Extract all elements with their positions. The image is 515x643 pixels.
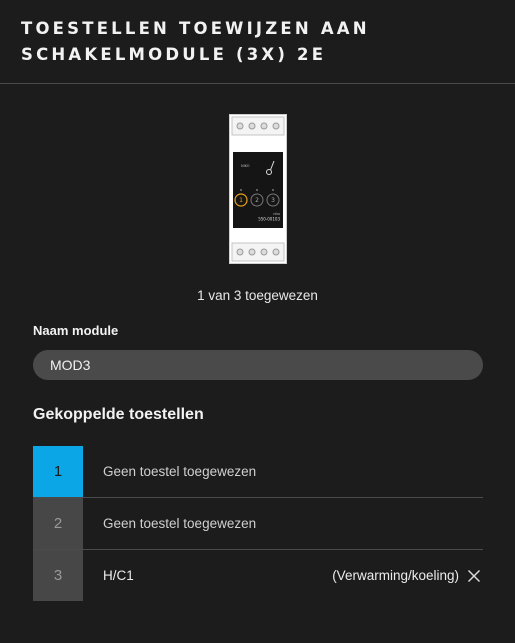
device-row-2[interactable]: 2 Geen toestel toegewezen <box>33 498 483 550</box>
close-icon[interactable] <box>465 567 483 585</box>
device-row-name: H/C1 <box>103 568 134 583</box>
channel-1-led: 1 <box>234 193 248 207</box>
device-row-number: 1 <box>33 446 83 497</box>
module-sub-brand-text: niko <box>273 212 280 216</box>
device-row-1[interactable]: 1 Geen toestel toegewezen <box>33 446 483 498</box>
header-divider <box>0 83 515 84</box>
device-row-number: 3 <box>33 550 83 601</box>
device-row-type: (Verwarming/koeling) <box>332 568 459 583</box>
module-model-text: 550-00103 <box>258 217 280 222</box>
page-title: TOESTELLEN TOEWIJZEN AAN SCHAKELMODULE (… <box>21 19 370 64</box>
channel-3-led: 3 <box>266 193 280 207</box>
device-row-name: Geen toestel toegewezen <box>103 516 257 531</box>
device-row-name: Geen toestel toegewezen <box>103 464 257 479</box>
module-name-label: Naam module <box>33 323 119 338</box>
device-row-3[interactable]: 3 H/C1 (Verwarming/koeling) <box>33 550 483 601</box>
assignment-status: 1 van 3 toegewezen <box>197 288 318 303</box>
channel-3-label: 3 <box>271 197 275 204</box>
channel-1-label: 1 <box>239 197 243 204</box>
device-row-number: 2 <box>33 498 83 549</box>
linked-devices-title: Gekoppelde toestellen <box>33 406 204 423</box>
channel-2-led: 2 <box>250 193 264 207</box>
device-list: 1 Geen toestel toegewezen 2 Geen toestel… <box>33 446 483 601</box>
module-brand-text: NIKO <box>241 164 250 168</box>
channel-2-label: 2 <box>255 197 259 204</box>
switch-module-image: NIKO 1 2 3 niko 550-00103 <box>229 114 287 264</box>
module-name-input[interactable] <box>33 350 483 380</box>
